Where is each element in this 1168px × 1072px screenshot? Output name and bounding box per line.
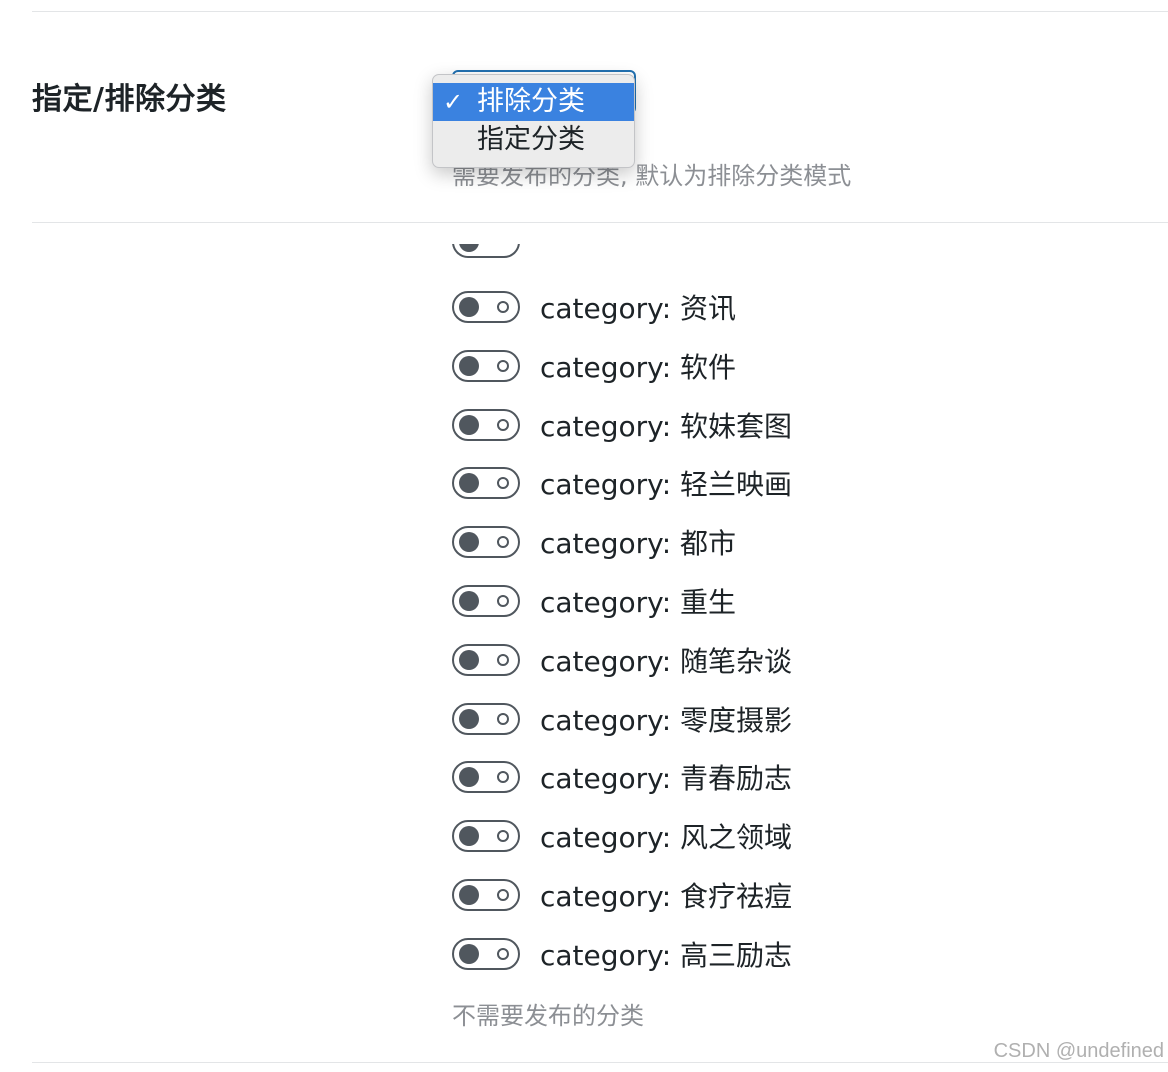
category-toggle[interactable] <box>452 761 520 793</box>
category-row: category: 青春励志 <box>452 758 792 796</box>
toggle-knob <box>459 826 479 846</box>
toggle-knob <box>459 356 479 376</box>
category-row: category: 高三励志 <box>452 935 792 973</box>
category-row: category: 零度摄影 <box>452 700 792 738</box>
top-divider <box>32 11 1168 12</box>
section-divider <box>32 222 1168 223</box>
toggle-knob <box>459 244 479 252</box>
category-label: category: 食疗祛痘 <box>540 880 793 913</box>
dropdown-option-label: 指定分类 <box>477 124 585 155</box>
category-label: category: 轻兰映画 <box>540 468 793 501</box>
toggle-knob <box>459 532 479 552</box>
toggle-off-icon <box>497 595 509 607</box>
checkmark-icon: ✓ <box>443 88 464 116</box>
category-label: category: 高三励志 <box>540 939 793 972</box>
toggle-off-icon <box>497 948 509 960</box>
toggle-off-icon <box>497 301 509 313</box>
category-row-partial <box>452 244 872 266</box>
category-row: category: 重生 <box>452 582 736 620</box>
category-toggle[interactable] <box>452 585 520 617</box>
toggle-off-icon <box>497 889 509 901</box>
category-row: category: 资讯 <box>452 288 736 326</box>
toggle-knob <box>459 591 479 611</box>
toggle-knob <box>459 944 479 964</box>
dropdown-option-label: 排除分类 <box>477 86 585 117</box>
watermark: CSDN @undefined <box>993 1040 1164 1062</box>
settings-page: 指定/排除分类 需要发布的分类, 默认为排除分类模式 ✓ 排除分类 指定分类 c… <box>0 0 1168 1072</box>
category-row: category: 都市 <box>452 523 736 561</box>
category-label: category: 风之领域 <box>540 821 793 854</box>
category-row: category: 软妹套图 <box>452 406 792 444</box>
category-label: category: 软件 <box>540 351 737 384</box>
category-label: category: 青春励志 <box>540 762 793 795</box>
category-toggle[interactable] <box>452 409 520 441</box>
dropdown-option-include[interactable]: 指定分类 <box>433 121 634 159</box>
toggle-knob <box>459 709 479 729</box>
toggle-knob <box>459 415 479 435</box>
category-label: category: 重生 <box>540 586 737 619</box>
category-label: category: 零度摄影 <box>540 704 793 737</box>
toggle-off-icon <box>497 713 509 725</box>
toggle-off-icon <box>497 830 509 842</box>
category-row: category: 食疗祛痘 <box>452 876 792 914</box>
toggle-off-icon <box>497 654 509 666</box>
category-row: category: 轻兰映画 <box>452 464 792 502</box>
mode-dropdown-menu: ✓ 排除分类 指定分类 <box>432 74 635 168</box>
toggle-off-icon <box>497 477 509 489</box>
category-toggle[interactable] <box>452 467 520 499</box>
toggle-off-icon <box>497 536 509 548</box>
category-row: category: 随笔杂谈 <box>452 641 792 679</box>
category-row: category: 风之领域 <box>452 817 792 855</box>
toggle-off-icon <box>497 419 509 431</box>
category-label: category: 都市 <box>540 527 737 560</box>
toggle-knob <box>459 885 479 905</box>
category-toggle[interactable] <box>452 291 520 323</box>
exclude-description: 不需要发布的分类 <box>452 1002 644 1030</box>
toggle-off-icon <box>497 771 509 783</box>
category-toggle[interactable] <box>452 644 520 676</box>
category-toggle[interactable] <box>452 879 520 911</box>
category-label: category: 资讯 <box>540 292 737 325</box>
toggle-knob <box>459 767 479 787</box>
category-toggle[interactable] <box>452 244 520 258</box>
category-row: category: 软件 <box>452 347 736 385</box>
category-toggle[interactable] <box>452 350 520 382</box>
category-toggle[interactable] <box>452 703 520 735</box>
setting-label: 指定/排除分类 <box>32 82 227 117</box>
category-toggle[interactable] <box>452 938 520 970</box>
category-toggle[interactable] <box>452 526 520 558</box>
toggle-knob <box>459 297 479 317</box>
category-toggle[interactable] <box>452 820 520 852</box>
toggle-knob <box>459 473 479 493</box>
toggle-off-icon <box>497 360 509 372</box>
category-label: category: 随笔杂谈 <box>540 645 793 678</box>
dropdown-option-exclude[interactable]: ✓ 排除分类 <box>433 83 634 121</box>
category-label: category: 软妹套图 <box>540 410 793 443</box>
toggle-knob <box>459 650 479 670</box>
